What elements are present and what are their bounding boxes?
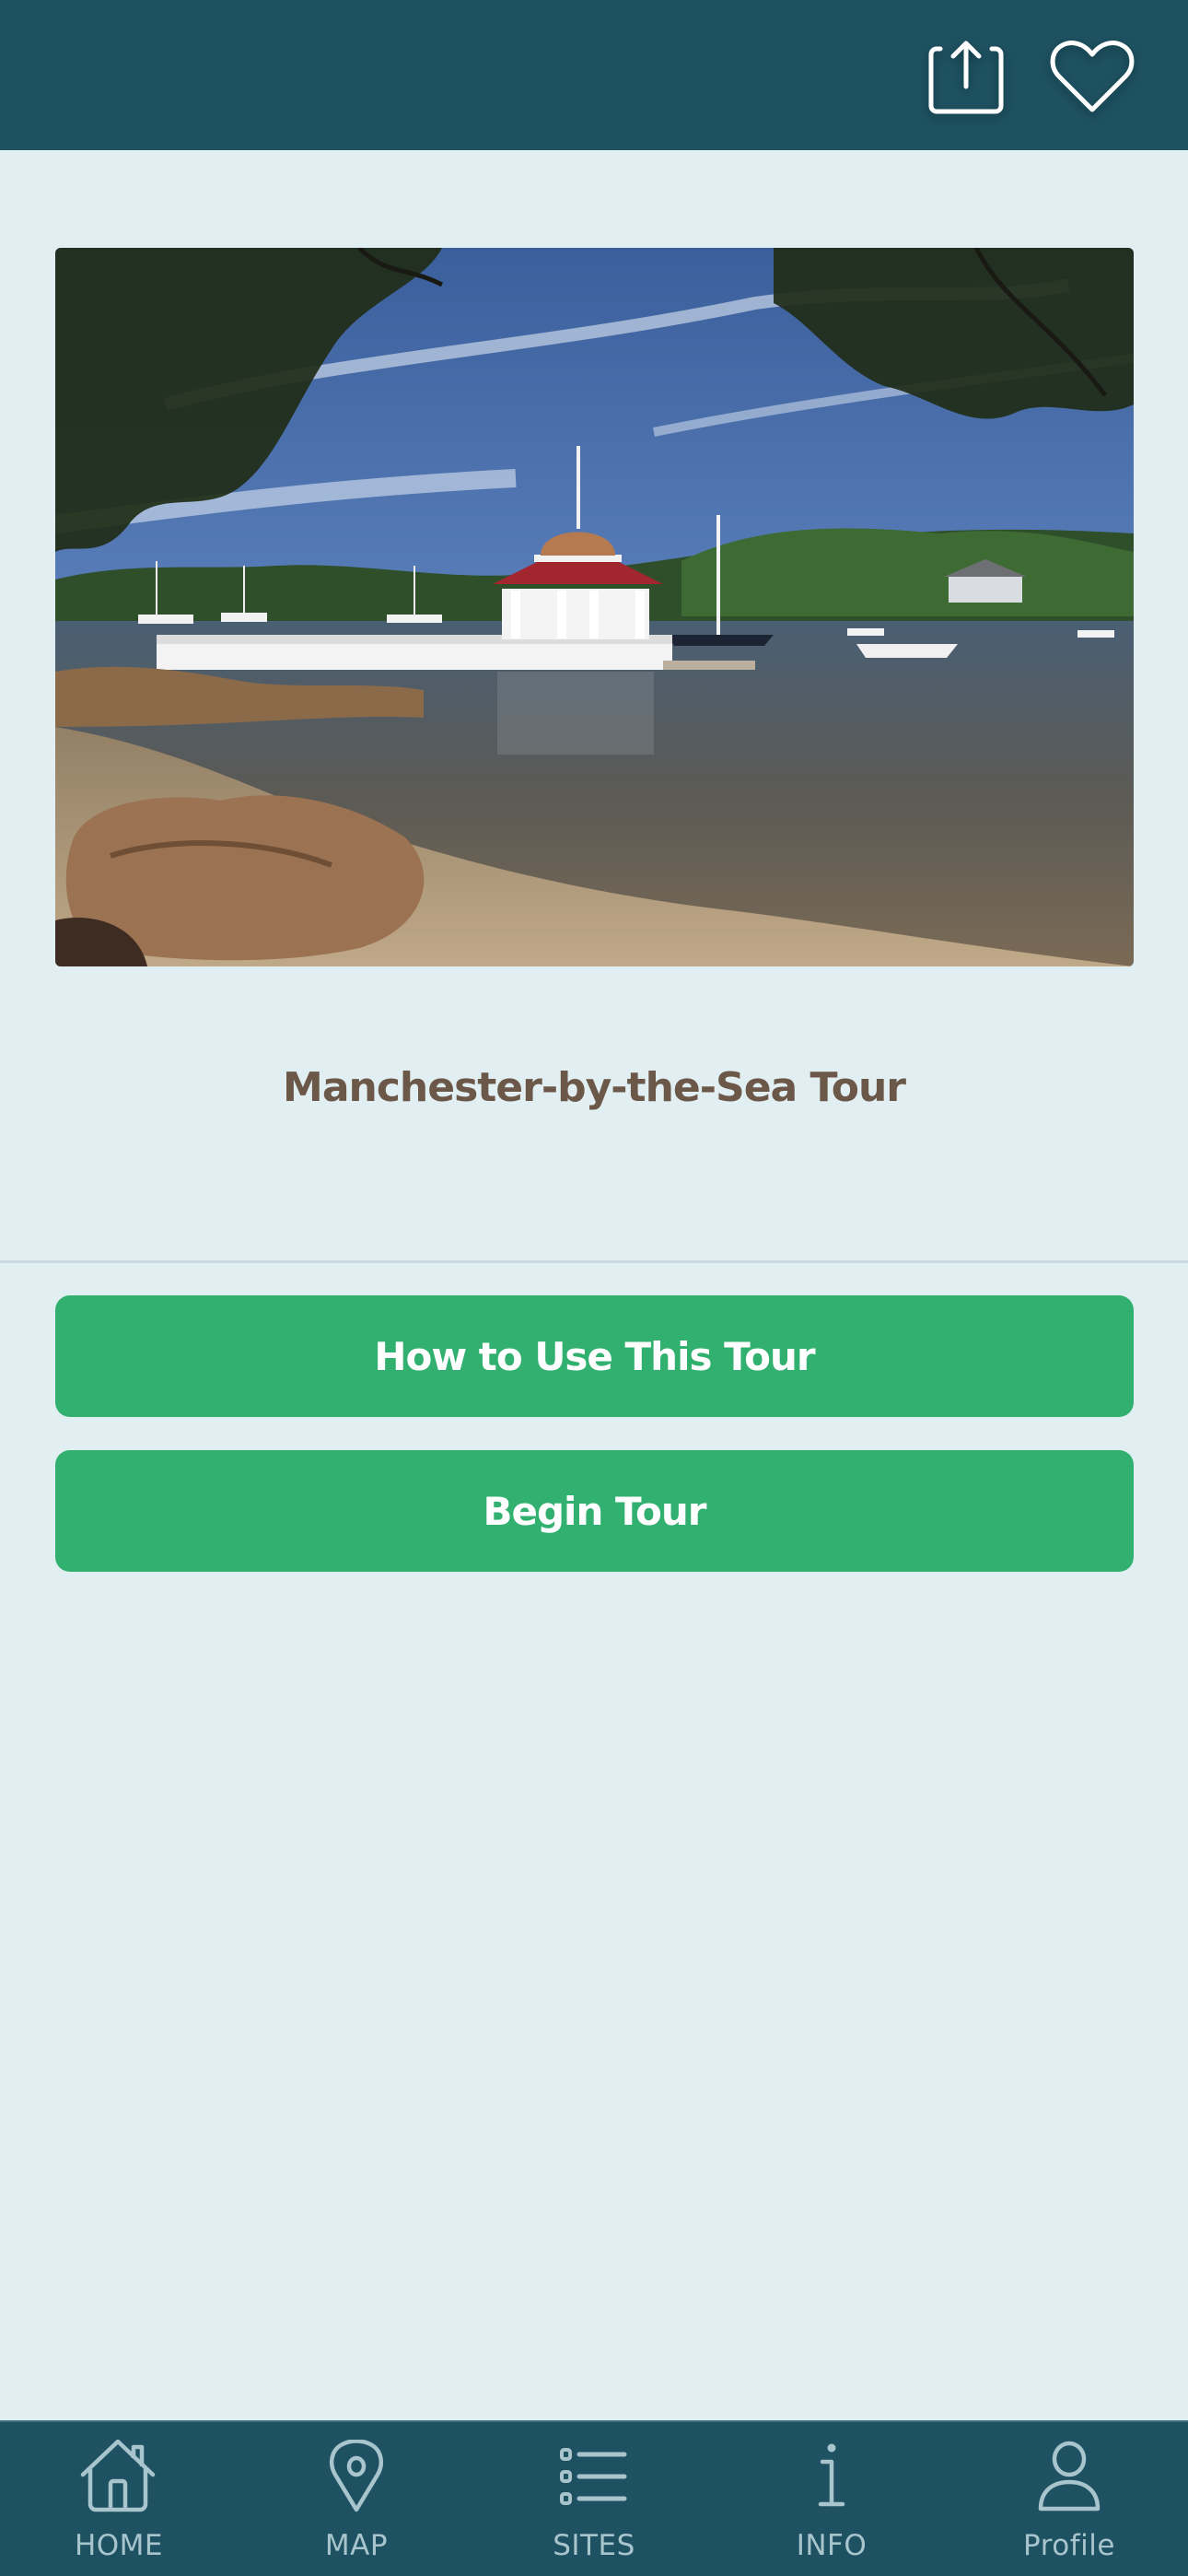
tab-info[interactable]: INFO [713, 2422, 950, 2576]
tab-map[interactable]: MAP [238, 2422, 475, 2576]
begin-tour-button[interactable]: Begin Tour [55, 1450, 1134, 1572]
profile-icon [1038, 2441, 1101, 2512]
tab-info-label: INFO [796, 2529, 868, 2562]
tab-home[interactable]: HOME [0, 2422, 238, 2576]
list-icon [560, 2448, 627, 2505]
share-button[interactable] [915, 26, 1017, 127]
tour-title: Manchester-by-the-Sea Tour [283, 1064, 906, 1111]
share-icon [928, 41, 1004, 114]
section-divider [0, 1260, 1188, 1263]
how-to-use-tour-button[interactable]: How to Use This Tour [55, 1295, 1134, 1417]
harbor-photo [55, 248, 1134, 966]
tab-home-label: HOME [74, 2529, 164, 2562]
tab-profile[interactable]: Profile [950, 2422, 1188, 2576]
home-icon [80, 2440, 156, 2512]
map-pin-icon [329, 2440, 384, 2512]
tab-map-label: MAP [324, 2529, 389, 2562]
tab-profile-label: Profile [1023, 2529, 1115, 2562]
bottom-tab-bar: HOME MAP SITES INFO Profile [0, 2420, 1188, 2576]
app-screen: Manchester-by-the-Sea Tour How to Use Th… [0, 0, 1188, 2576]
tab-sites-label: SITES [553, 2529, 635, 2562]
tab-sites[interactable]: SITES [475, 2422, 713, 2576]
heart-icon [1050, 41, 1135, 112]
info-icon [818, 2443, 845, 2507]
favorite-button[interactable] [1042, 26, 1143, 127]
tour-hero-image [55, 248, 1134, 966]
top-header [0, 0, 1188, 150]
